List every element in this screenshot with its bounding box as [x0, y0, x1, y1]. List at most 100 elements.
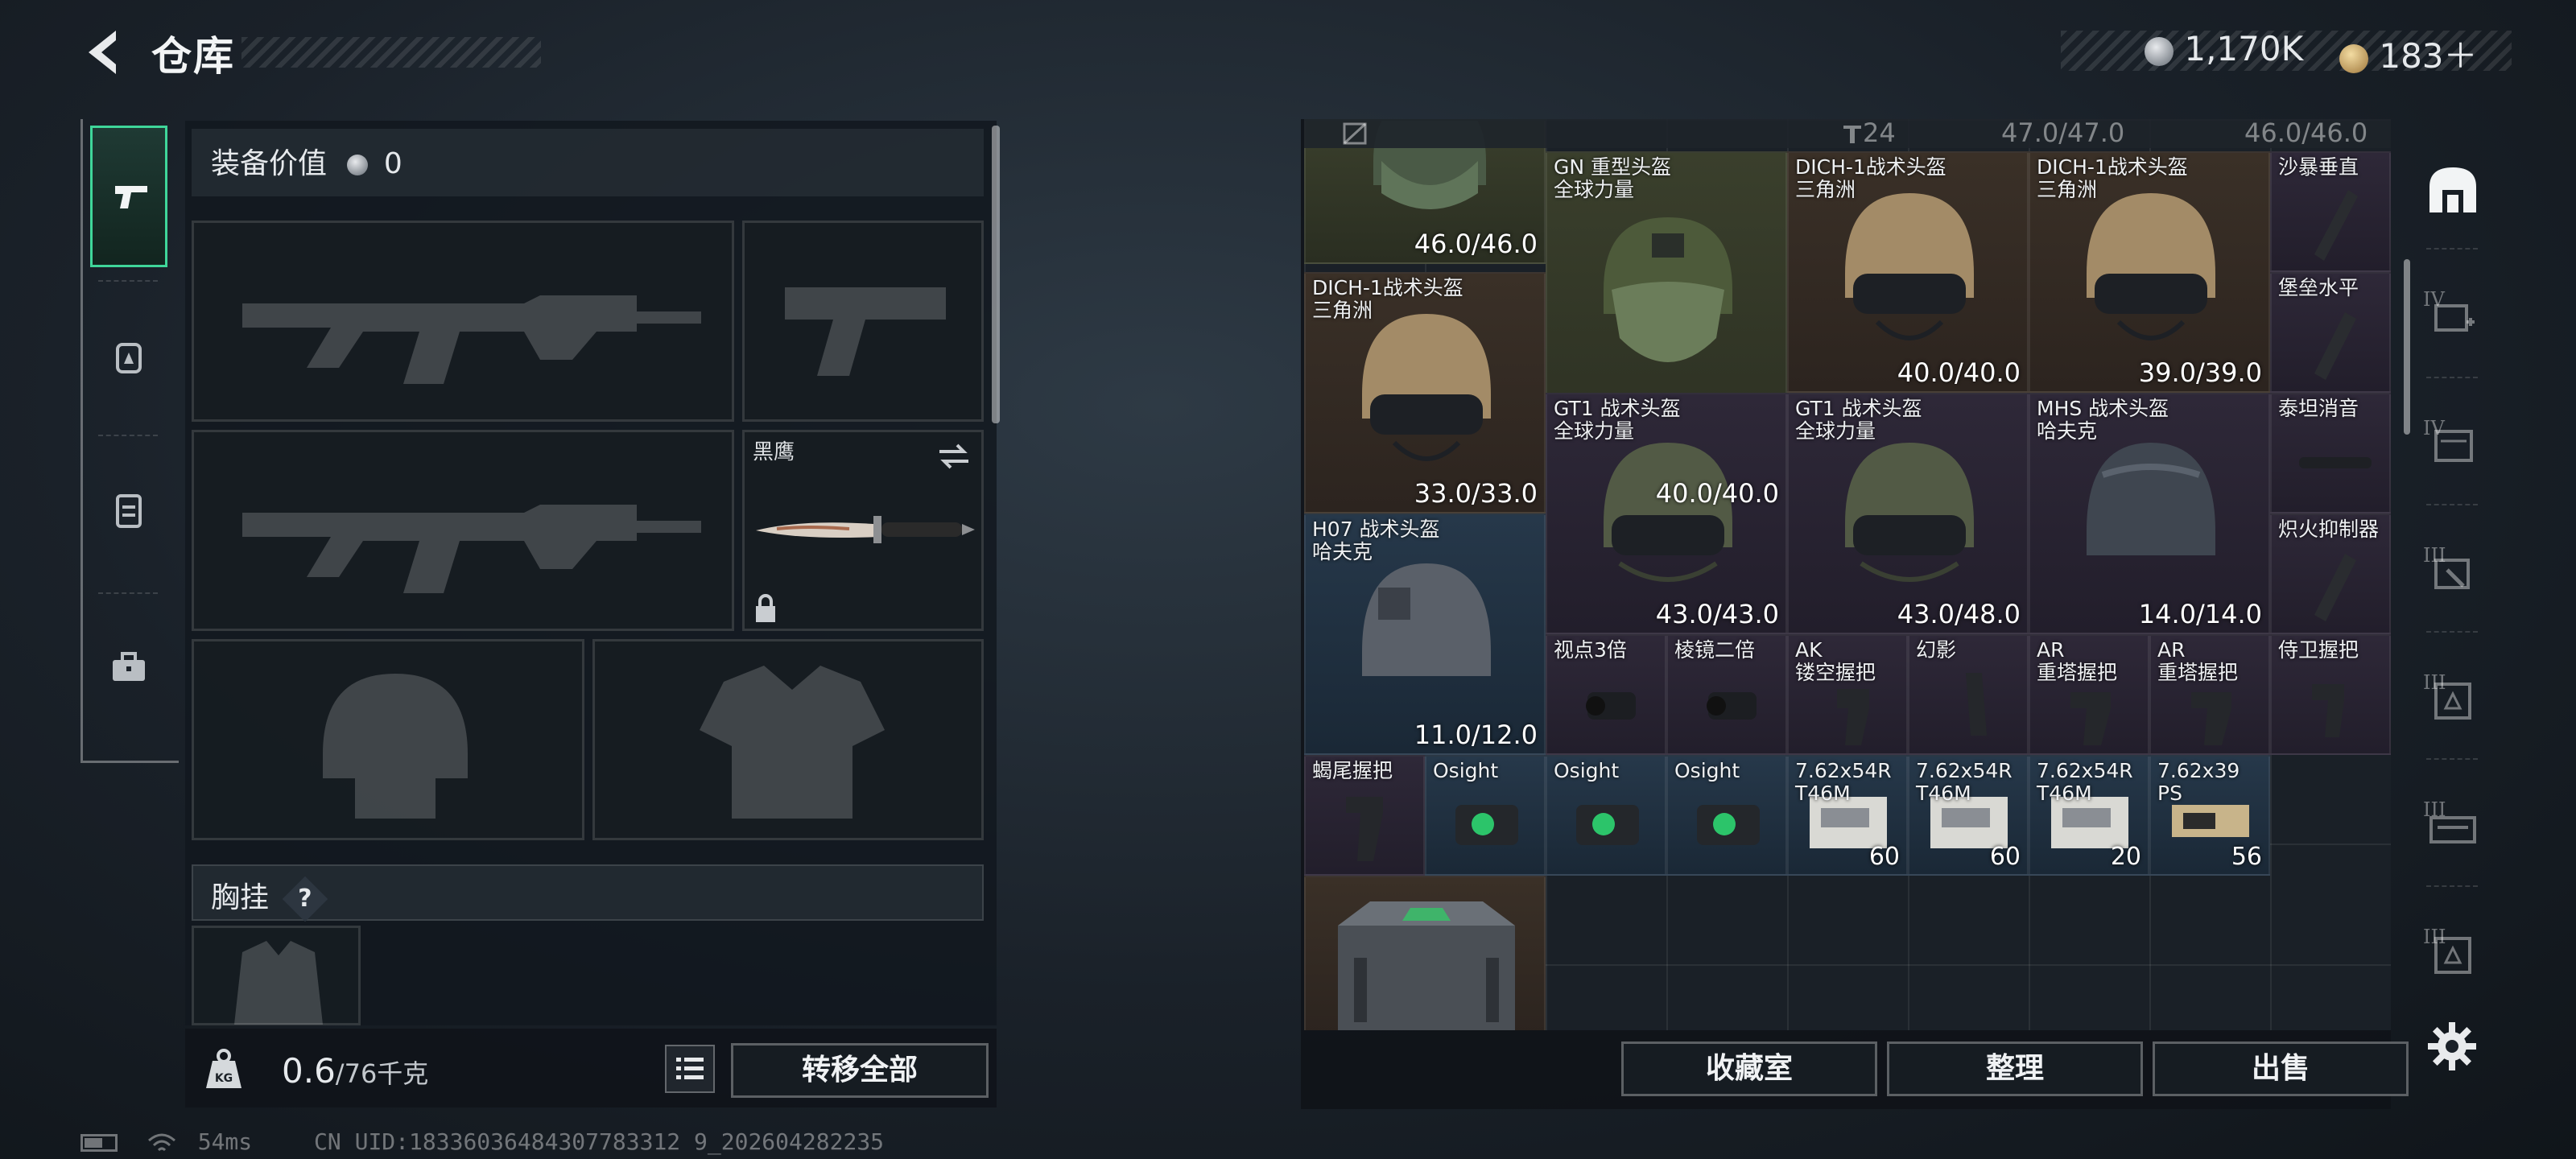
- tab-weapons[interactable]: [90, 126, 167, 267]
- storage-category-tabs: IV IV III III III III: [2415, 119, 2487, 1021]
- muzzle-brake-icon: [2314, 554, 2356, 621]
- category-tools[interactable]: III: [2415, 512, 2487, 633]
- tab-armor[interactable]: [90, 288, 167, 430]
- storage-item[interactable]: 炽火抑制器: [2270, 514, 2391, 634]
- category-divider: [2426, 885, 2478, 887]
- storage-item[interactable]: 视点3倍: [1546, 634, 1666, 755]
- user-uid: CN UID:18336036484307783312 9_2026042822…: [314, 1128, 885, 1155]
- item-name: DICH-1战术头盔: [2037, 155, 2188, 179]
- storage-item[interactable]: 沙暴垂直: [2270, 151, 2391, 272]
- helmet-icon: [1362, 314, 1491, 461]
- storage-item[interactable]: 幻影: [1908, 634, 2029, 755]
- storage-item[interactable]: Osight: [1546, 755, 1666, 876]
- storage-item[interactable]: Osight: [1425, 755, 1546, 876]
- storage-item[interactable]: 棱镜二倍: [1666, 634, 1787, 755]
- item-durability: 33.0/33.0: [1414, 478, 1538, 509]
- item-durability: 11.0/12.0: [1414, 720, 1538, 750]
- category-all[interactable]: [2415, 127, 2487, 248]
- storage-grid[interactable]: 46.0/46.0 GN 重型头盔 全球力量 40.0/40.0 DICH-1战术…: [1304, 119, 2391, 1030]
- chest-rig-slot[interactable]: [192, 926, 361, 1025]
- item-faction: 重塔握把: [2157, 661, 2239, 684]
- item-count: 60: [1868, 843, 1900, 871]
- secondary-weapon-slot[interactable]: [192, 430, 734, 631]
- status-bar: 54ms CN UID:18336036484307783312 9_20260…: [80, 1128, 884, 1155]
- armor-slot[interactable]: [592, 639, 984, 840]
- armor-bag-icon: [116, 343, 142, 373]
- item-durability: 14.0/14.0: [2138, 599, 2262, 629]
- storage-item[interactable]: 侍卫握把: [2270, 634, 2391, 755]
- storage-item[interactable]: [1304, 876, 1546, 1030]
- storage-item[interactable]: Osight: [1666, 755, 1787, 876]
- gun-crate-icon: [2429, 816, 2476, 843]
- item-name: 7.62x54R: [1795, 759, 1892, 782]
- grip-icon: [2191, 692, 2231, 745]
- melee-slot-label: 黑鹰: [753, 440, 795, 464]
- item-faction: 哈夫克: [1312, 540, 1373, 563]
- storage-item[interactable]: DICH-1战术头盔 三角洲 39.0/39.0: [2029, 151, 2270, 393]
- item-durability: 43.0/48.0: [1897, 599, 2021, 629]
- transfer-all-button[interactable]: 转移全部: [731, 1043, 989, 1098]
- ping-value: 54ms: [197, 1128, 253, 1155]
- loadout-scrollbar[interactable]: [992, 126, 1000, 423]
- briefcase-icon: [113, 652, 145, 681]
- helmet-slot[interactable]: [192, 639, 584, 840]
- category-armor[interactable]: III: [2415, 639, 2487, 760]
- storage-item[interactable]: H07 战术头盔 哈夫克 11.0/12.0: [1304, 514, 1546, 755]
- scope-icon: [1586, 692, 1636, 720]
- category-medical[interactable]: IV: [2415, 256, 2487, 377]
- storage-item[interactable]: 7.62x54R T46M 20: [2029, 755, 2149, 876]
- storage-item[interactable]: MHS 战术头盔 哈夫克 14.0/14.0: [2029, 393, 2270, 634]
- currency-silver-value: 1,170K: [2184, 29, 2304, 68]
- storage-item[interactable]: 7.62x39 PS 56: [2149, 755, 2270, 876]
- storage-header-count: 24: [1842, 118, 1896, 148]
- category-containers[interactable]: III: [2415, 893, 2487, 1014]
- red-dot-sight-icon: [1576, 805, 1639, 845]
- item-name: DICH-1战术头盔: [1795, 155, 1946, 179]
- battery-icon: [80, 1134, 118, 1152]
- item-name: 幻影: [1916, 638, 1957, 662]
- pistol-slot[interactable]: [742, 221, 984, 422]
- settings-button[interactable]: [2426, 1021, 2478, 1072]
- storage-item[interactable]: 蝎尾握把: [1304, 755, 1425, 876]
- storage-item[interactable]: 泰坦消音: [2270, 393, 2391, 514]
- melee-slot[interactable]: 黑鹰: [742, 430, 984, 631]
- storage-item[interactable]: AR 重塔握把: [2149, 634, 2270, 755]
- currency-gold[interactable]: 183＋: [2339, 29, 2478, 78]
- collection-room-button[interactable]: 收藏室: [1621, 1041, 1877, 1096]
- help-icon[interactable]: ?: [283, 876, 328, 922]
- category-documents[interactable]: IV: [2415, 385, 2487, 505]
- storage-item[interactable]: AK 镂空握把: [1787, 634, 1908, 755]
- tab-backpack[interactable]: [90, 441, 167, 583]
- loadout-tabs: [80, 119, 179, 763]
- swap-icon[interactable]: [936, 440, 972, 472]
- grip-icon: [1966, 673, 1987, 736]
- storage-item[interactable]: GT1 战术头盔 全球力量 43.0/43.0: [1546, 393, 1787, 634]
- storage-item[interactable]: 堡垒水平: [2270, 272, 2391, 393]
- helmet-icon: [1845, 443, 1974, 582]
- storage-item[interactable]: 7.62x54R T46M 60: [1908, 755, 2029, 876]
- storage-item[interactable]: DICH-1战术头盔 三角洲 33.0/33.0: [1304, 272, 1546, 514]
- storage-item[interactable]: DICH-1战术头盔 三角洲 40.0/40.0: [1787, 151, 2029, 393]
- sell-button[interactable]: 出售: [2153, 1041, 2409, 1096]
- item-faction: 镂空握把: [1795, 661, 1876, 684]
- storage-item[interactable]: 7.62x54R T46M 60: [1787, 755, 1908, 876]
- tab-briefcase[interactable]: [90, 599, 167, 740]
- organize-button[interactable]: 整理: [1887, 1041, 2143, 1096]
- primary-weapon-slot[interactable]: [192, 221, 734, 422]
- storage-item[interactable]: AR 重塔握把: [2029, 634, 2149, 755]
- item-name: Osight: [1433, 759, 1499, 782]
- storage-item[interactable]: GT1 战术头盔 全球力量 43.0/48.0: [1787, 393, 2029, 634]
- rifle-silhouette-icon: [242, 505, 701, 593]
- item-name: GT1 战术头盔: [1795, 397, 1922, 420]
- item-faction: 哈夫克: [2037, 419, 2098, 443]
- grip-icon: [1837, 689, 1869, 745]
- back-button[interactable]: [77, 24, 130, 80]
- item-ammo-type: T46M: [1795, 782, 1851, 805]
- list-view-button[interactable]: [665, 1045, 715, 1093]
- category-weapons[interactable]: III: [2415, 766, 2487, 887]
- storage-scrollbar[interactable]: [2404, 259, 2410, 435]
- backpack-icon: [116, 494, 142, 528]
- item-name: 沙暴垂直: [2278, 155, 2359, 179]
- helmet-icon: [1604, 443, 1732, 582]
- category-divider: [2426, 504, 2478, 505]
